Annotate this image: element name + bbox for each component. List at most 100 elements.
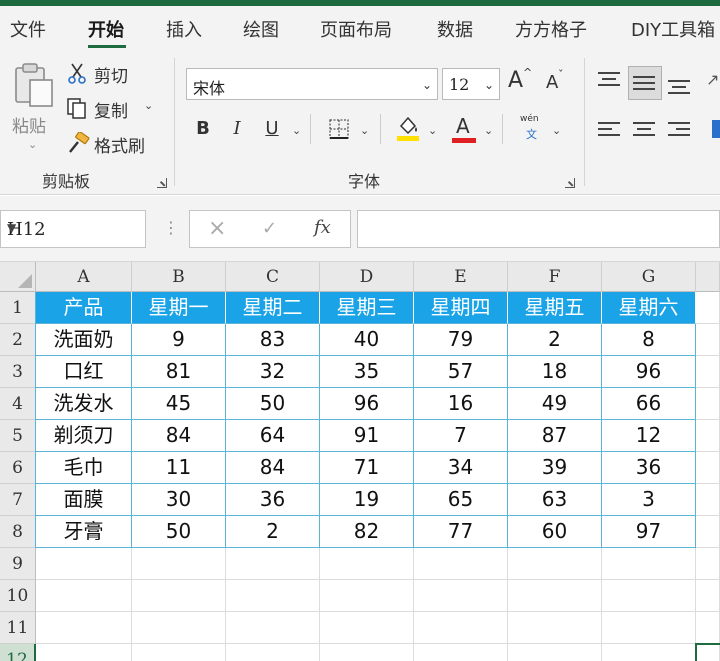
border-icon[interactable] bbox=[328, 118, 350, 140]
grid-cell[interactable] bbox=[132, 612, 226, 644]
copy-dropdown-icon[interactable]: ⌄ bbox=[144, 99, 153, 112]
value-cell[interactable]: 32 bbox=[226, 356, 320, 388]
grid-cell[interactable] bbox=[696, 484, 720, 516]
grid-cell[interactable] bbox=[36, 548, 132, 580]
copy-button[interactable]: 复制 ⌄ bbox=[66, 95, 162, 122]
grid-cell[interactable] bbox=[696, 612, 720, 644]
font-color-dropdown-icon[interactable]: ⌄ bbox=[484, 124, 493, 137]
value-cell[interactable]: 36 bbox=[602, 452, 696, 484]
table-header-day[interactable]: 星期四 bbox=[414, 292, 508, 324]
row-header-10[interactable]: 10 bbox=[0, 580, 36, 612]
align-bottom-icon[interactable] bbox=[668, 78, 694, 98]
row-header-8[interactable]: 8 bbox=[0, 516, 36, 548]
cancel-icon[interactable]: × bbox=[208, 216, 226, 241]
grid-cell[interactable] bbox=[320, 548, 414, 580]
grid-cell[interactable] bbox=[508, 612, 602, 644]
value-cell[interactable]: 16 bbox=[414, 388, 508, 420]
value-cell[interactable]: 50 bbox=[132, 516, 226, 548]
value-cell[interactable]: 36 bbox=[226, 484, 320, 516]
grid-cell[interactable] bbox=[36, 612, 132, 644]
grid-cell[interactable] bbox=[226, 644, 320, 661]
column-header-a[interactable]: A bbox=[36, 262, 132, 292]
row-header-12[interactable]: 12 bbox=[0, 644, 36, 661]
value-cell[interactable]: 30 bbox=[132, 484, 226, 516]
row-header-6[interactable]: 6 bbox=[0, 452, 36, 484]
fill-color-dropdown-icon[interactable]: ⌄ bbox=[428, 124, 437, 137]
product-cell[interactable]: 面膜 bbox=[36, 484, 132, 516]
grid-cell[interactable] bbox=[414, 580, 508, 612]
row-header-2[interactable]: 2 bbox=[0, 324, 36, 356]
value-cell[interactable]: 34 bbox=[414, 452, 508, 484]
font-color-button[interactable]: A bbox=[452, 114, 478, 144]
grid-cell[interactable] bbox=[36, 644, 132, 661]
selected-cell-h12[interactable] bbox=[695, 643, 720, 661]
value-cell[interactable]: 60 bbox=[508, 516, 602, 548]
font-name-select[interactable]: 宋体 ⌄ bbox=[186, 68, 438, 100]
value-cell[interactable]: 65 bbox=[414, 484, 508, 516]
phonetic-dropdown-icon[interactable]: ⌄ bbox=[552, 124, 561, 137]
align-top-icon[interactable] bbox=[598, 70, 624, 90]
clipboard-launcher-icon[interactable] bbox=[157, 178, 167, 188]
select-all-corner[interactable] bbox=[0, 262, 36, 292]
grid-cell[interactable] bbox=[696, 580, 720, 612]
grid-cell[interactable] bbox=[320, 644, 414, 661]
value-cell[interactable]: 3 bbox=[602, 484, 696, 516]
font-size-select[interactable]: 12 ⌄ bbox=[442, 68, 500, 100]
fill-color-icon[interactable] bbox=[396, 114, 420, 142]
table-header-day[interactable]: 星期六 bbox=[602, 292, 696, 324]
grid-cell[interactable] bbox=[226, 580, 320, 612]
border-dropdown-icon[interactable]: ⌄ bbox=[360, 124, 369, 137]
grid-cell[interactable] bbox=[414, 644, 508, 661]
product-cell[interactable]: 口红 bbox=[36, 356, 132, 388]
grid-cell[interactable] bbox=[320, 580, 414, 612]
value-cell[interactable]: 7 bbox=[414, 420, 508, 452]
grid-cell[interactable] bbox=[508, 580, 602, 612]
grid-cell[interactable] bbox=[132, 548, 226, 580]
value-cell[interactable]: 97 bbox=[602, 516, 696, 548]
tab-page-layout[interactable]: 页面布局 bbox=[320, 16, 392, 42]
product-cell[interactable]: 洗发水 bbox=[36, 388, 132, 420]
grid-cell[interactable] bbox=[696, 452, 720, 484]
grid-cell[interactable] bbox=[414, 548, 508, 580]
column-header-c[interactable]: C bbox=[226, 262, 320, 292]
grid-cell[interactable] bbox=[696, 356, 720, 388]
value-cell[interactable]: 9 bbox=[132, 324, 226, 356]
grid-cell[interactable] bbox=[320, 612, 414, 644]
value-cell[interactable]: 77 bbox=[414, 516, 508, 548]
grid-cell[interactable] bbox=[602, 548, 696, 580]
column-header-g[interactable]: G bbox=[602, 262, 696, 292]
value-cell[interactable]: 71 bbox=[320, 452, 414, 484]
value-cell[interactable]: 45 bbox=[132, 388, 226, 420]
product-cell[interactable]: 牙膏 bbox=[36, 516, 132, 548]
product-cell[interactable]: 毛巾 bbox=[36, 452, 132, 484]
grid-cell[interactable] bbox=[414, 612, 508, 644]
table-header-day[interactable]: 星期三 bbox=[320, 292, 414, 324]
value-cell[interactable]: 49 bbox=[508, 388, 602, 420]
cut-button[interactable]: 剪切 bbox=[66, 60, 146, 87]
paste-button[interactable]: 粘贴 ⌄ bbox=[10, 60, 56, 151]
value-cell[interactable]: 39 bbox=[508, 452, 602, 484]
row-header-11[interactable]: 11 bbox=[0, 612, 36, 644]
grid-cell[interactable] bbox=[602, 644, 696, 661]
insert-function-icon[interactable]: fx bbox=[314, 217, 331, 238]
column-header-b[interactable]: B bbox=[132, 262, 226, 292]
value-cell[interactable]: 2 bbox=[226, 516, 320, 548]
format-painter-button[interactable]: 格式刷 bbox=[66, 130, 156, 157]
grid-cell[interactable] bbox=[696, 292, 720, 324]
tab-draw[interactable]: 绘图 bbox=[243, 16, 279, 42]
column-header-e[interactable]: E bbox=[414, 262, 508, 292]
product-cell[interactable]: 剃须刀 bbox=[36, 420, 132, 452]
value-cell[interactable]: 18 bbox=[508, 356, 602, 388]
value-cell[interactable]: 84 bbox=[132, 420, 226, 452]
wrap-text-icon[interactable] bbox=[712, 120, 720, 138]
orientation-icon[interactable]: ↗ bbox=[706, 70, 719, 89]
value-cell[interactable]: 11 bbox=[132, 452, 226, 484]
underline-button[interactable]: U bbox=[261, 118, 283, 139]
phonetic-guide-button[interactable]: wén 文 bbox=[518, 114, 548, 144]
value-cell[interactable]: 82 bbox=[320, 516, 414, 548]
value-cell[interactable]: 91 bbox=[320, 420, 414, 452]
value-cell[interactable]: 96 bbox=[602, 356, 696, 388]
tab-diy-toolbox[interactable]: DIY工具箱 bbox=[631, 16, 715, 42]
product-cell[interactable]: 洗面奶 bbox=[36, 324, 132, 356]
value-cell[interactable]: 8 bbox=[602, 324, 696, 356]
